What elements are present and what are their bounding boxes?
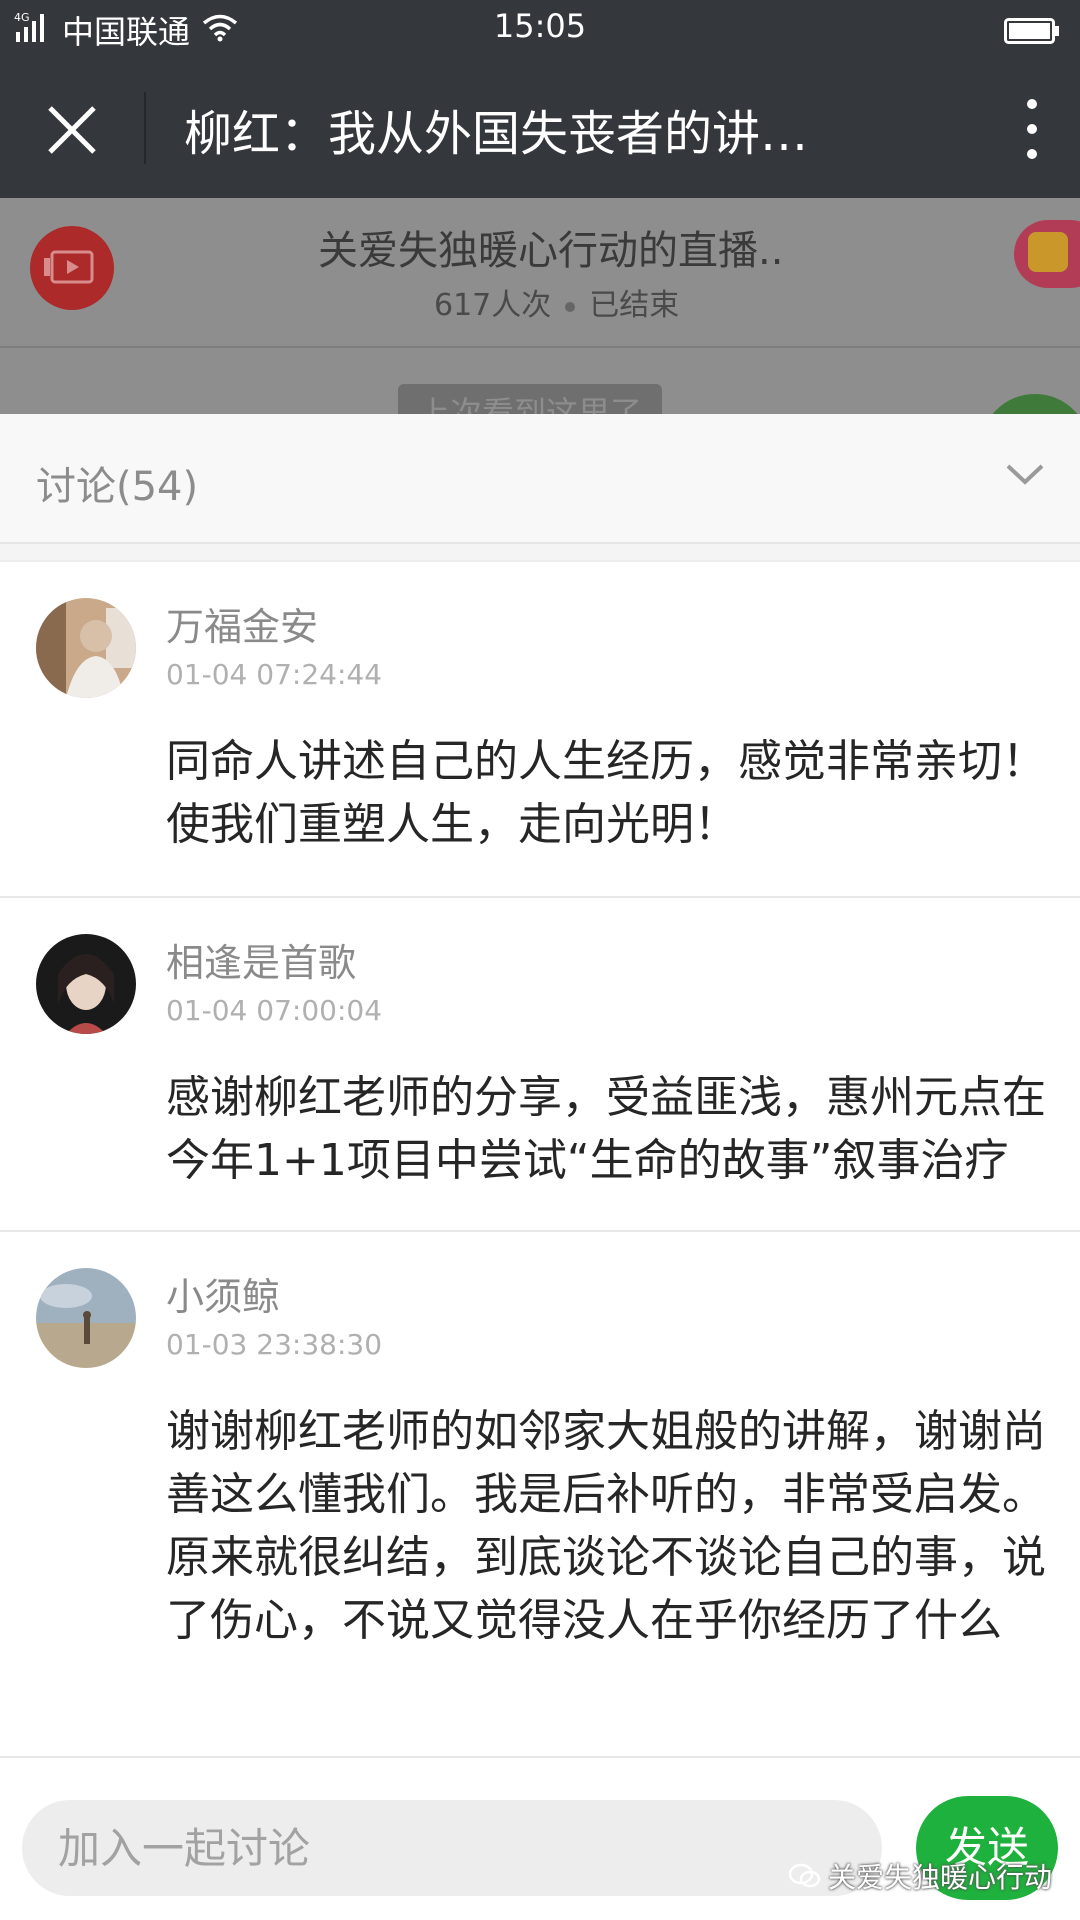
commenter-name: 小须鲸 [166, 1275, 281, 1319]
wechat-icon [788, 1862, 822, 1897]
commenter-name: 万福金安 [166, 605, 319, 649]
chevron-down-icon [1006, 464, 1044, 485]
page-title: 柳红：我从外国失丧者的讲… [184, 106, 809, 162]
live-title: 关爱失独暖心行动的直播.. [318, 228, 784, 274]
live-meta: 617人次 已结束 [434, 280, 679, 324]
comment-time: 01-04 07:24:44 [166, 658, 383, 691]
comment-item: 相逢是首歌 01-04 07:00:04 感谢柳红老师的分享，受益匪浅，惠州元点… [0, 898, 1080, 1232]
comment-item: 万福金安 01-04 07:24:44 同命人讲述自己的人生经历，感觉非常亲切！… [0, 562, 1080, 898]
discussion-header[interactable]: 讨论(54) [0, 414, 1080, 544]
commenter-name: 相逢是首歌 [166, 941, 357, 985]
collapse-button[interactable] [1000, 454, 1050, 494]
divider [0, 346, 1080, 348]
gift-box-icon [1028, 232, 1068, 272]
close-icon [48, 106, 96, 154]
clock: 15:05 [493, 7, 587, 45]
watermark-text: 关爱失独暖心行动 [828, 1861, 1053, 1894]
comment-item: 小须鲸 01-03 23:38:30 谢谢柳红老师的如邻家大姐般的讲解，谢谢尚善… [0, 1232, 1080, 1758]
view-count: 617人次 [434, 288, 552, 323]
more-vertical-icon [1027, 99, 1037, 159]
comment-text: 感谢柳红老师的分享，受益匪浅，惠州元点在今年1+1项目中尝试“生命的故事”叙事治… [166, 1072, 1046, 1186]
close-button[interactable] [44, 102, 100, 158]
title-divider [144, 92, 146, 164]
gift-button[interactable] [1014, 220, 1080, 288]
section-gap [0, 544, 1080, 562]
resume-hint[interactable]: 上次看到这里了 [398, 384, 663, 414]
avatar [980, 394, 1080, 414]
avatar[interactable] [36, 1268, 136, 1368]
live-status: 已结束 [589, 288, 680, 323]
discussion-input[interactable] [22, 1800, 882, 1896]
watermark: 关爱失独暖心行动 [788, 1856, 1052, 1897]
comment-text: 谢谢柳红老师的如邻家大姐般的讲解，谢谢尚善这么懂我们。我是后补听的，非常受启发。… [166, 1406, 1046, 1646]
more-menu-button[interactable] [1012, 94, 1052, 164]
live-info-panel: 关爱失独暖心行动的直播.. 617人次 已结束 上次看到这里了 [0, 198, 1080, 414]
comment-time: 01-04 07:00:04 [166, 994, 383, 1027]
live-channel-icon [30, 226, 114, 310]
status-bar: 4G 中国联通 15:05 [0, 0, 1080, 56]
battery-icon [1004, 14, 1060, 52]
comment-time: 01-03 23:38:30 [166, 1328, 383, 1361]
title-bar: 柳红：我从外国失丧者的讲… [0, 56, 1080, 198]
comment-text: 同命人讲述自己的人生经历，感觉非常亲切！使我们重塑人生，走向光明！ [166, 736, 1046, 850]
separator-dot [565, 301, 576, 312]
discussion-title: 讨论(54) [36, 464, 199, 510]
avatar[interactable] [36, 934, 136, 1034]
avatar[interactable] [36, 598, 136, 698]
